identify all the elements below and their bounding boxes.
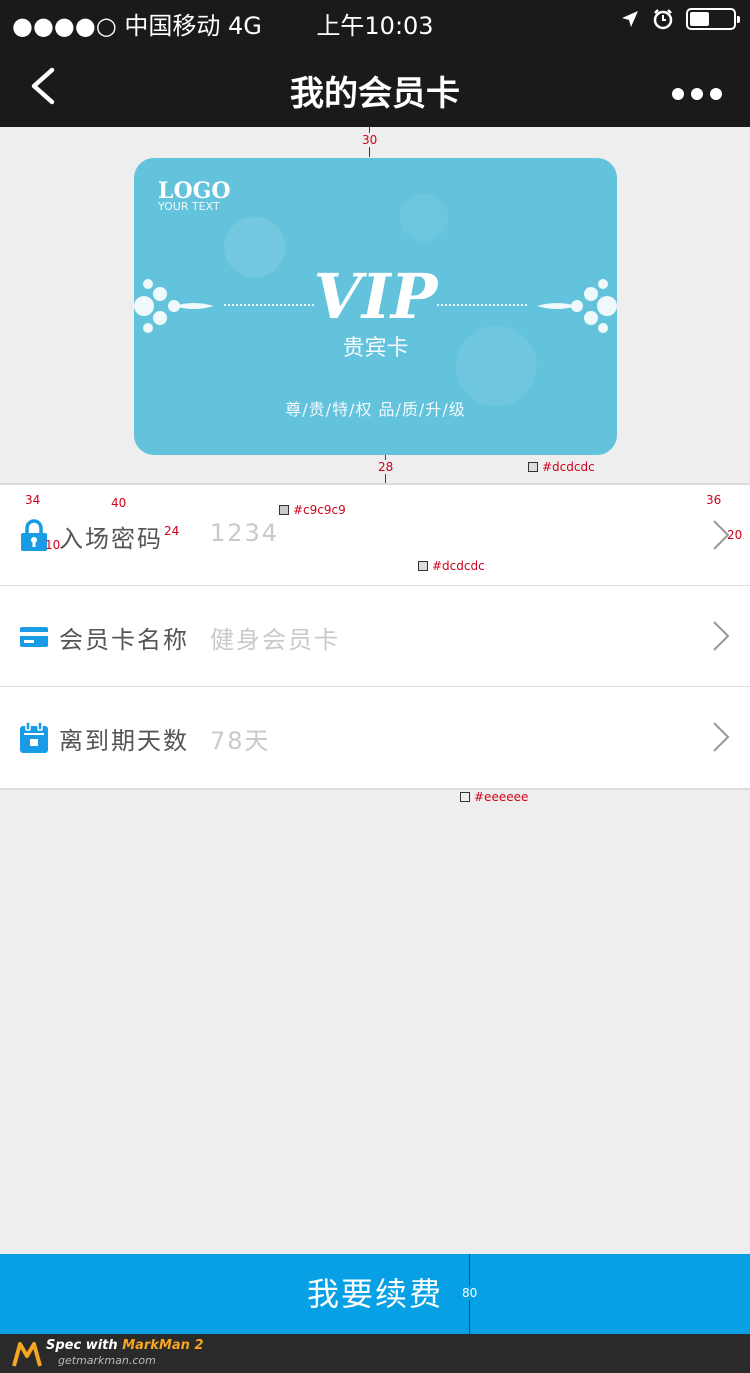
card-logo-subtext: YOUR TEXT (158, 200, 220, 213)
spec-measure-30: 30 (362, 133, 378, 147)
card-slogan: 尊/贵/特/权 品/质/升/级 (285, 400, 466, 419)
list-item-card-name[interactable]: 会员卡名称 健身会员卡 (0, 586, 750, 687)
spec-color-value: #c9c9c9 (279, 503, 346, 517)
status-bar: ●●●●○ 中国移动 4G 上午10:03 (0, 0, 750, 44)
spec-measure-24: 24 (164, 524, 180, 538)
list-item-days-left[interactable]: 离到期天数 78天 (0, 687, 750, 788)
status-icons (620, 8, 740, 30)
spec-measure-80: 80 (462, 1286, 478, 1300)
dotted-divider-right (437, 304, 527, 306)
chevron-right-icon (713, 722, 730, 752)
vip-subtitle: 贵宾卡 (342, 336, 409, 361)
credit-card-icon (20, 627, 48, 647)
more-dots-icon[interactable] (672, 88, 722, 100)
page-title: 我的会员卡 (290, 74, 460, 114)
dot (710, 88, 722, 100)
row-value: 1234 (210, 519, 280, 547)
battery-icon (686, 8, 740, 30)
vip-card: LOGO YOUR TEXT VIP 贵宾卡 尊/贵/特/权 品/质/升/级 (134, 158, 617, 455)
markman-logo-icon (12, 1342, 42, 1367)
spec-color-card-border: #dcdcdc (528, 460, 595, 474)
markman-footer: Spec with MarkMan 2 getmarkman.com (0, 1334, 750, 1373)
spec-measure-20: 20 (727, 528, 743, 542)
dot (672, 88, 684, 100)
card-info-list: 入场密码 1234 会员卡名称 健身会员卡 离到期天数 78天 (0, 483, 750, 790)
row-label: 会员卡名称 (59, 626, 189, 654)
spec-measure-28: 28 (378, 460, 394, 474)
battery-level (690, 12, 709, 26)
row-value: 78天 (210, 727, 271, 755)
spec-color-background: #eeeeee (460, 790, 528, 804)
nav-bar: 我的会员卡 (0, 44, 750, 127)
spec-measure-40: 40 (111, 496, 127, 510)
spec-measure-34: 34 (25, 493, 41, 507)
location-arrow-icon (622, 11, 638, 27)
row-label: 离到期天数 (59, 727, 189, 755)
lock-icon (21, 519, 47, 551)
chevron-right-icon (713, 621, 730, 651)
footer-url: getmarkman.com (58, 1354, 156, 1367)
alarm-clock-icon (653, 9, 673, 30)
row-label: 入场密码 (59, 525, 163, 553)
spec-measure-10: 10 (45, 538, 61, 552)
spec-measure-36: 36 (706, 493, 722, 507)
dot (691, 88, 703, 100)
row-value: 健身会员卡 (210, 626, 340, 654)
footer-spec-text: Spec with MarkMan 2 (46, 1338, 204, 1353)
calendar-icon (20, 721, 48, 753)
renew-button[interactable]: 我要续费 (0, 1254, 750, 1334)
spec-color-row-border: #dcdcdc (418, 559, 485, 573)
